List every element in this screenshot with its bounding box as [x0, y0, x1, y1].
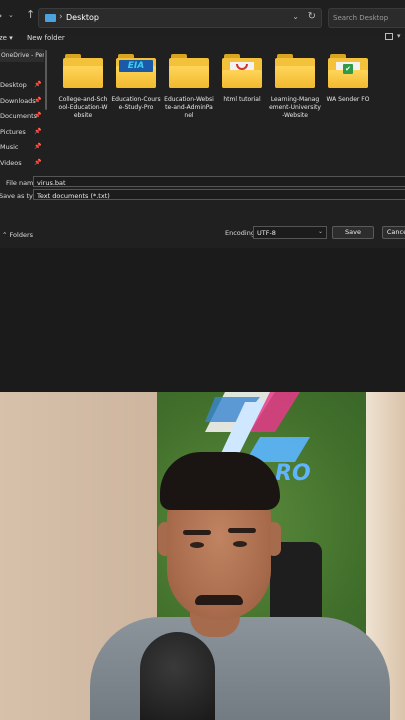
save-as-type-value: Text documents (*.txt) — [37, 192, 110, 200]
organize-button[interactable]: ze ▾ — [0, 34, 13, 42]
pin-icon: 📌 — [34, 97, 42, 104]
address-path: Desktop — [66, 13, 99, 22]
shirt — [90, 617, 390, 720]
sidebar-item-label: Desktop — [0, 81, 27, 89]
address-bar-row: › ⌄ ↑ › Desktop ⌄ ↻ Search Desktop — [0, 0, 405, 34]
presenter-video: RO — [0, 392, 405, 720]
sidebar-item-pictures[interactable]: Pictures 📌 — [0, 128, 44, 140]
file-name: WA Sender FO — [326, 96, 370, 103]
hair — [160, 452, 280, 510]
history-dropdown-icon[interactable]: ⌄ — [8, 11, 14, 19]
pin-icon: 📌 — [34, 143, 42, 150]
file-name-line: ement-University — [269, 104, 321, 111]
file-name: Education-Cours e-Study-Pro — [107, 96, 165, 112]
folder-icon — [275, 54, 315, 88]
sidebar-item-label: Downloads — [0, 97, 36, 105]
file-name-line: ool-Education-W — [58, 104, 108, 111]
file-name-line: Education-Cours — [111, 96, 161, 103]
sidebar-scrollbar[interactable] — [45, 50, 47, 110]
hide-folders-label: Folders — [9, 231, 34, 239]
sidebar-item-videos[interactable]: Videos 📌 — [0, 159, 44, 171]
file-name-input[interactable]: virus.bat — [33, 176, 405, 187]
save-button[interactable]: Save — [332, 226, 374, 239]
chevron-right-icon: › — [59, 12, 63, 22]
folder-icon — [169, 54, 209, 88]
file-item[interactable]: Education-Websi te-and-AdminPa nel — [160, 54, 218, 120]
up-button[interactable]: ↑ — [26, 8, 35, 21]
file-item[interactable]: EIA Education-Cours e-Study-Pro — [107, 54, 165, 112]
sidebar-item-label: Music — [0, 143, 19, 151]
folder-icon — [63, 54, 103, 88]
new-folder-button[interactable]: New folder — [27, 34, 65, 42]
file-item[interactable]: ✔ WA Sender FO — [319, 54, 377, 104]
excel-preview-icon: ✔ — [343, 64, 353, 74]
sidebar-item-music[interactable]: Music 📌 — [0, 143, 44, 155]
file-name: html tutorial — [223, 96, 261, 103]
file-name: Learning-Manag ement-University -Website — [266, 96, 324, 120]
eyebrow — [183, 530, 211, 535]
file-name-line: -Website — [282, 112, 308, 119]
file-item[interactable]: html tutorial — [213, 54, 271, 104]
view-options-icon[interactable] — [385, 33, 393, 40]
toolbar: ze ▾ New folder ▾ — [0, 32, 405, 46]
file-name-value: virus.bat — [37, 179, 66, 187]
file-name-line: Education-Websi — [164, 96, 214, 103]
save-form: File name: virus.bat Save as type: Text … — [0, 174, 405, 248]
chevron-up-icon: ⌃ — [2, 231, 8, 239]
empty-background — [0, 248, 405, 392]
hide-folders-toggle[interactable]: ⌃ Folders — [2, 231, 33, 239]
refresh-icon[interactable]: ↻ — [308, 11, 316, 22]
cancel-button[interactable]: Cance — [382, 226, 405, 239]
pin-icon: 📌 — [34, 112, 42, 119]
sidebar-item-desktop[interactable]: Desktop 📌 — [0, 81, 44, 93]
forward-button[interactable]: › — [0, 9, 2, 22]
save-as-dialog: › ⌄ ↑ › Desktop ⌄ ↻ Search Desktop ze ▾ … — [0, 0, 405, 248]
file-name: Education-Websi te-and-AdminPa nel — [160, 96, 218, 120]
file-list: College-and-Sch ool-Education-W ebsite EIA… — [54, 54, 405, 174]
file-name: College-and-Sch ool-Education-W ebsite — [54, 96, 112, 120]
pin-icon: 📌 — [34, 159, 42, 166]
file-name-line: e-Study-Pro — [118, 104, 154, 111]
sidebar-item-label: Documents — [0, 112, 38, 120]
file-name-line: nel — [184, 112, 194, 119]
pin-icon: 📌 — [34, 81, 42, 88]
file-name-line: te-and-AdminPa — [165, 104, 213, 111]
encoding-value: UTF-8 — [257, 229, 276, 237]
monitor-folder-icon — [45, 14, 56, 22]
eia-logo-icon: EIA — [119, 60, 153, 72]
eye — [190, 542, 204, 548]
chevron-down-icon[interactable]: ⌄ — [292, 12, 299, 21]
sidebar-item-onedrive[interactable]: OneDrive - Perso — [0, 49, 44, 62]
sidebar-item-documents[interactable]: Documents 📌 — [0, 112, 44, 124]
view-dropdown-icon[interactable]: ▾ — [397, 32, 401, 40]
encoding-select[interactable]: UTF-8 ⌄ — [253, 226, 327, 239]
file-name-line: College-and-Sch — [58, 96, 108, 103]
pin-icon: 📌 — [34, 128, 42, 135]
sidebar-item-downloads[interactable]: Downloads 📌 — [0, 97, 44, 109]
file-item[interactable]: Learning-Manag ement-University -Website — [266, 54, 324, 120]
file-name-line: ebsite — [73, 112, 93, 119]
folder-icon: ✔ — [328, 54, 368, 88]
logo-text: RO — [275, 461, 311, 486]
sidebar-item-label: Videos — [0, 159, 22, 167]
sidebar-item-label: Pictures — [0, 128, 26, 136]
chevron-down-icon: ⌄ — [317, 228, 323, 235]
eyebrow — [228, 528, 256, 533]
navigation-pane: OneDrive - Perso Desktop📌 Downloads📌 Doc… — [0, 46, 44, 174]
eye — [233, 541, 247, 547]
microphone — [140, 632, 215, 720]
folder-icon — [222, 54, 262, 88]
file-item[interactable]: College-and-Sch ool-Education-W ebsite — [54, 54, 112, 120]
address-bar[interactable]: › Desktop ⌄ ↻ — [38, 8, 322, 28]
mustache — [195, 595, 243, 605]
file-name-line: Learning-Manag — [270, 96, 320, 103]
search-input[interactable]: Search Desktop — [328, 8, 405, 28]
folder-icon: EIA — [116, 54, 156, 88]
save-as-type-select[interactable]: Text documents (*.txt) — [33, 189, 405, 200]
